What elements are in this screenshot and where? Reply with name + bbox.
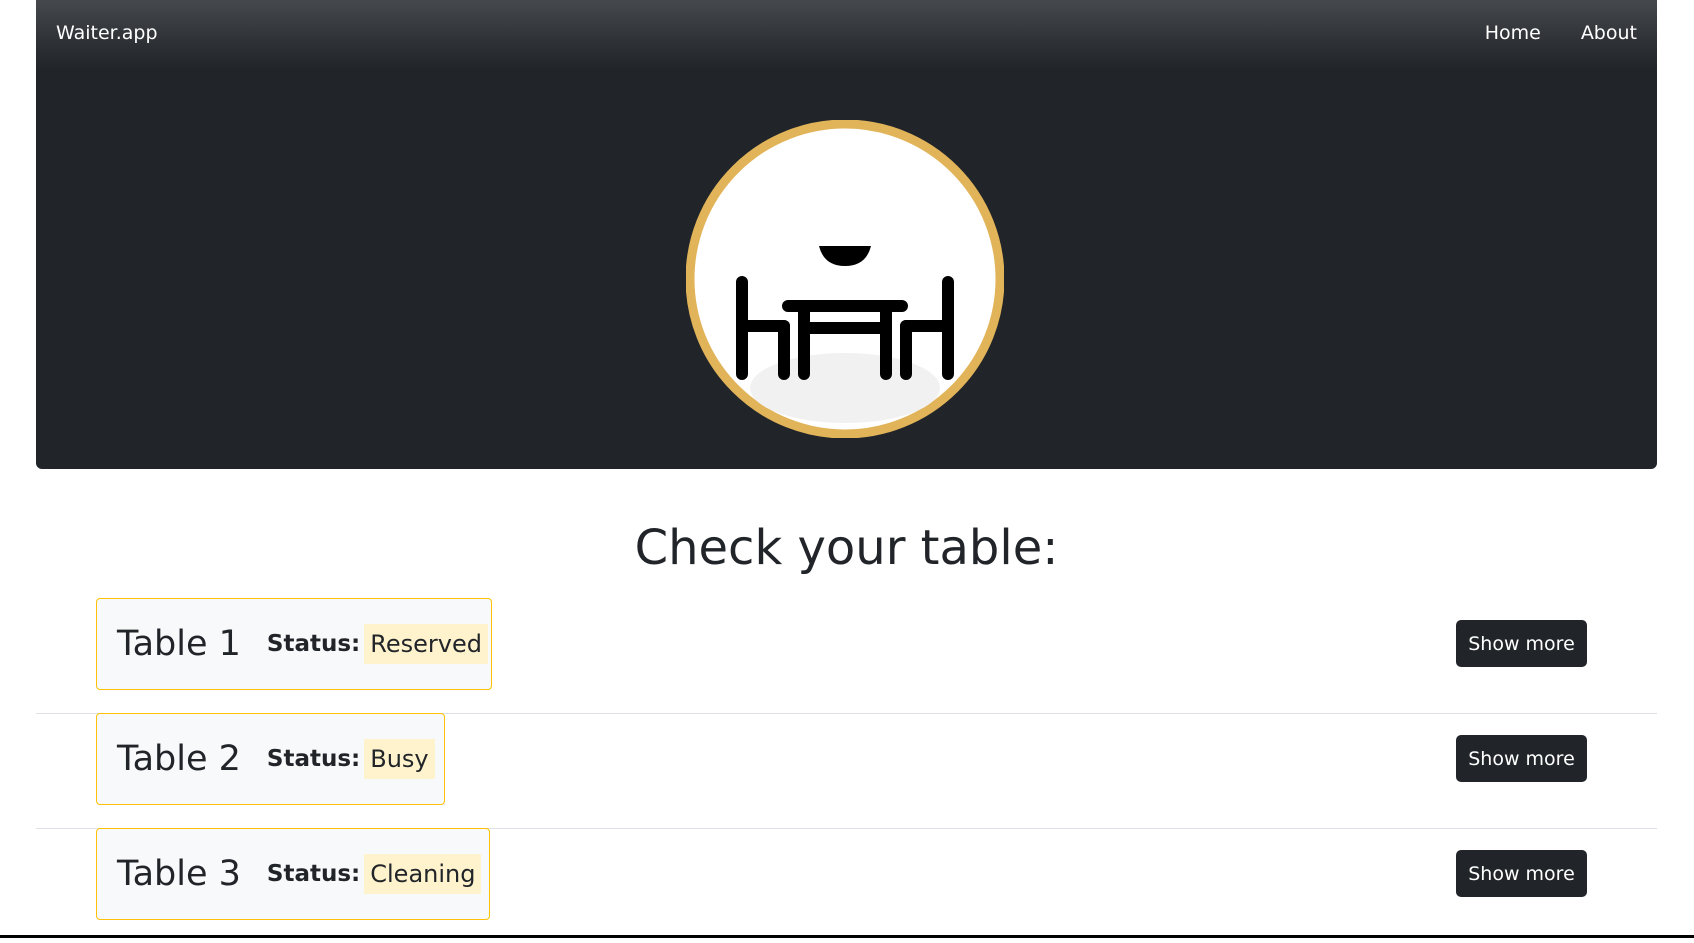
nav-links: Home About — [1485, 22, 1637, 44]
table-card: Table 2 Status: Busy — [96, 713, 445, 805]
nav-about-link[interactable]: About — [1581, 22, 1637, 44]
status-badge: Reserved — [364, 624, 488, 664]
table-card: Table 1 Status: Reserved — [96, 598, 492, 690]
brand-link[interactable]: Waiter.app — [56, 22, 158, 44]
show-more-button[interactable]: Show more — [1456, 620, 1587, 667]
status-label: Status: — [266, 861, 361, 887]
page-title: Check your table: — [634, 520, 1059, 576]
table-name: Table 1 — [117, 624, 241, 664]
status-label: Status: — [266, 746, 361, 772]
table-card: Table 3 Status: Cleaning — [96, 828, 490, 920]
logo — [685, 119, 1005, 439]
show-more-button[interactable]: Show more — [1456, 735, 1587, 782]
status-badge: Cleaning — [364, 854, 482, 894]
table-row: Table 1 Status: Reserved Show more — [36, 598, 1657, 714]
page-container: Waiter.app Home About Check your table: … — [36, 0, 1657, 920]
table-chairs-icon — [685, 119, 1005, 439]
table-row: Table 2 Status: Busy Show more — [36, 713, 1657, 829]
header-banner: Waiter.app Home About — [36, 0, 1657, 469]
table-name: Table 2 — [117, 739, 241, 779]
table-row: Table 3 Status: Cleaning Show more — [36, 828, 1657, 943]
status-label: Status: — [266, 631, 361, 657]
status-badge: Busy — [364, 739, 435, 779]
table-name: Table 3 — [117, 854, 241, 894]
nav-home-link[interactable]: Home — [1485, 22, 1541, 44]
show-more-button[interactable]: Show more — [1456, 850, 1587, 897]
